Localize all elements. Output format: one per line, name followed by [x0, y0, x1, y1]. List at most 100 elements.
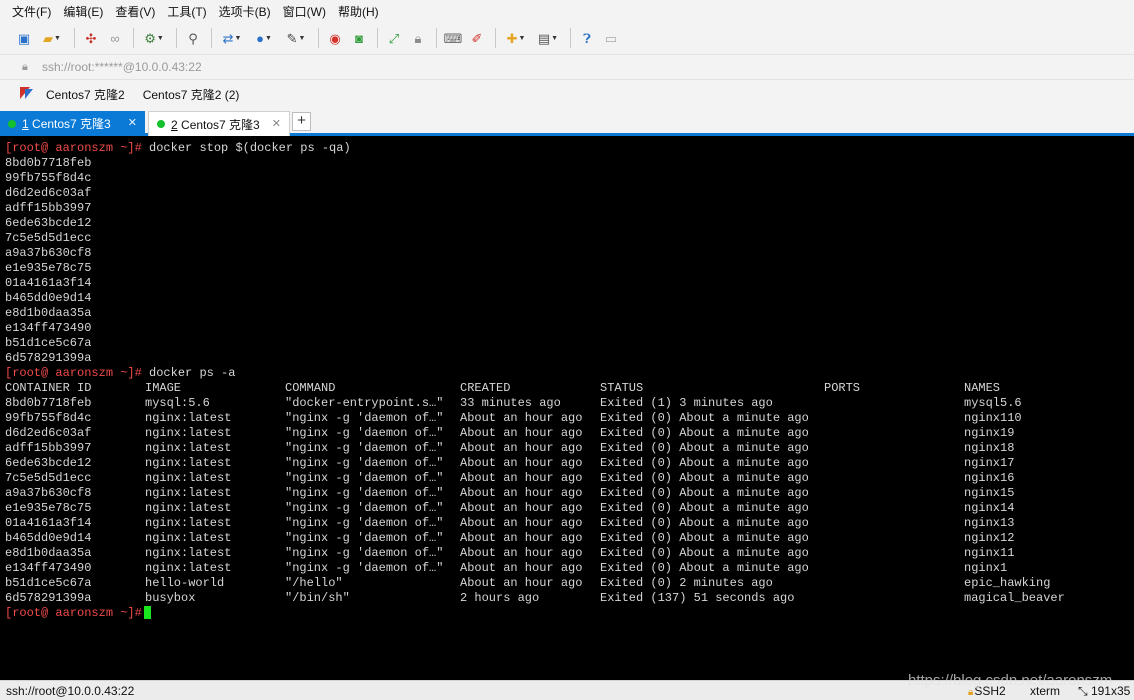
cell-image: mysql:5.6 — [145, 396, 210, 410]
tab-label: 1 Centos7 克隆3 — [22, 117, 111, 131]
menu-file[interactable]: 文件(F) — [12, 3, 51, 20]
toolbar-separator — [74, 28, 75, 48]
help-icon[interactable]: ❓︎ — [577, 28, 597, 48]
cell-status: Exited (1) 3 minutes ago — [600, 396, 773, 410]
header-command: COMMAND — [285, 381, 336, 395]
tab-session-2[interactable]: 2 Centos7 克隆3 ✕ — [148, 111, 290, 136]
transfer-icon[interactable]: ⇄ ▼ — [218, 28, 246, 48]
toolbar-separator — [133, 28, 134, 48]
open-folder-icon[interactable]: ▰ ▼ — [38, 28, 66, 48]
cell-container-id: 01a4161a3f14 — [5, 516, 92, 530]
address-text: ssh://root:******@10.0.0.43:22 — [42, 60, 202, 74]
lock-icon[interactable]: 🔒︎ — [408, 28, 428, 48]
toolbar: ▣ ▰ ▼ ✣ ∞ ⚙ ▼ ⚲ ⇄ ▼ ● ▼ ✎ ▼ ◉ ◙ ⤢ 🔒︎ ⌨ ✐ ✚ ▼ ▤… — [0, 22, 1134, 54]
menu-help[interactable]: 帮助(H) — [338, 3, 379, 20]
cell-image: nginx:latest — [145, 441, 232, 455]
table-row: 99fb755f8d4c nginx:latest "nginx -g 'daemo… — [5, 411, 1134, 426]
terminal-line: [root@ aaronszm ~]# docker stop $(docker… — [5, 141, 1134, 156]
cell-image: nginx:latest — [145, 501, 232, 515]
tab-session-1[interactable]: 1 Centos7 克隆3 ✕ — [0, 111, 145, 136]
cell-created: About an hour ago — [460, 531, 583, 545]
cell-names: nginx17 — [964, 456, 1015, 470]
search-icon[interactable]: ⚲ — [183, 28, 203, 48]
cell-status: Exited (0) About a minute ago — [600, 561, 809, 575]
cell-status: Exited (0) About a minute ago — [600, 426, 809, 440]
cell-status: Exited (0) About a minute ago — [600, 501, 809, 515]
link-centos7-clone2[interactable]: Centos7 克隆2 — [46, 86, 125, 103]
keyboard-icon[interactable]: ⌨ — [443, 28, 463, 48]
pen-icon[interactable]: ✎ ▼ — [282, 28, 310, 48]
stopped-container-id: 99fb755f8d4c — [5, 171, 92, 185]
menu-edit[interactable]: 编辑(E) — [63, 3, 103, 20]
cell-image: nginx:latest — [145, 546, 232, 560]
cell-created: About an hour ago — [460, 546, 583, 560]
cell-command: "nginx -g 'daemon of…" — [285, 471, 444, 485]
cell-container-id: 6d578291399a — [5, 591, 92, 605]
cell-created: About an hour ago — [460, 456, 583, 470]
layout-icon[interactable]: ▤ ▼ — [534, 28, 562, 48]
command-text: docker stop $(docker ps -qa) — [141, 141, 351, 155]
menu-bar: 文件(F) 编辑(E) 查看(V) 工具(T) 选项卡(B) 窗口(W) 帮助(… — [0, 0, 1134, 22]
close-icon[interactable]: ✕ — [272, 117, 281, 130]
toolbar-separator — [570, 28, 571, 48]
table-row: e134ff473490 nginx:latest "nginx -g 'daemo… — [5, 561, 1134, 576]
cell-image: nginx:latest — [145, 411, 232, 425]
globe-icon[interactable]: ● ▼ — [250, 28, 278, 48]
table-row: 8bd0b7718feb mysql:5.6 "docker-entrypoint.… — [5, 396, 1134, 411]
toolbar-separator — [436, 28, 437, 48]
stopped-container-id: e1e935e78c75 — [5, 261, 92, 275]
cell-command: "nginx -g 'daemon of…" — [285, 561, 444, 575]
stopped-container-id: 8bd0b7718feb — [5, 156, 92, 170]
shell-prompt: [root@ aaronszm ~]# — [5, 366, 142, 380]
cell-created: About an hour ago — [460, 471, 583, 485]
cell-status: Exited (0) About a minute ago — [600, 411, 809, 425]
table-row: b51d1ce5c67a hello-world "/hello" About an … — [5, 576, 1134, 591]
terminal[interactable]: [root@ aaronszm ~]# docker stop $(docker… — [0, 139, 1134, 680]
stopped-container-id: 6d578291399a — [5, 351, 92, 365]
cell-status: Exited (0) About a minute ago — [600, 546, 809, 560]
stopped-container-id: 01a4161a3f14 — [5, 276, 92, 290]
cell-status: Exited (0) About a minute ago — [600, 471, 809, 485]
xshell-icon[interactable]: ◙ — [349, 28, 369, 48]
new-tab-button[interactable]: + — [292, 112, 311, 131]
fullscreen-icon[interactable]: ⤢ — [384, 28, 404, 48]
menu-window[interactable]: 窗口(W) — [283, 3, 326, 20]
menu-tabs[interactable]: 选项卡(B) — [219, 3, 271, 20]
stopped-container-id: b51d1ce5c67a — [5, 336, 92, 350]
header-names: NAMES — [964, 381, 1001, 395]
reconnect-icon[interactable]: ∞ — [105, 28, 125, 48]
cell-image: nginx:latest — [145, 531, 232, 545]
new-session-icon[interactable]: ▣ — [14, 28, 34, 48]
cell-image: nginx:latest — [145, 516, 232, 530]
highlight-icon[interactable]: ✐ — [467, 28, 487, 48]
add-icon[interactable]: ✚ ▼ — [502, 28, 530, 48]
cell-created: About an hour ago — [460, 441, 583, 455]
table-row: a9a37b630cf8 nginx:latest "nginx -g 'daemo… — [5, 486, 1134, 501]
link-centos7-clone2-2[interactable]: Centos7 克隆2 (2) — [143, 86, 240, 103]
table-row: e1e935e78c75 nginx:latest "nginx -g 'daemo… — [5, 501, 1134, 516]
links-flag-icon — [20, 87, 34, 101]
disconnect-icon[interactable]: ✣ — [81, 28, 101, 48]
cell-names: nginx18 — [964, 441, 1015, 455]
menu-view[interactable]: 查看(V) — [115, 3, 155, 20]
table-row: 7c5e5d5d1ecc nginx:latest "nginx -g 'daemo… — [5, 471, 1134, 486]
stopped-container-id: e134ff473490 — [5, 321, 92, 335]
connected-dot-icon — [8, 119, 16, 128]
cell-names: nginx14 — [964, 501, 1015, 515]
menu-tools[interactable]: 工具(T) — [167, 3, 206, 20]
header-container-id: CONTAINER ID — [5, 381, 92, 395]
table-row: 6ede63bcde12 nginx:latest "nginx -g 'daemo… — [5, 456, 1134, 471]
shell-prompt: [root@ aaronszm ~]# — [5, 141, 142, 155]
xftp-icon[interactable]: ◉ — [325, 28, 345, 48]
ps-header-row: CONTAINER ID IMAGE COMMAND CREATED STATU… — [5, 381, 1134, 396]
cell-command: "nginx -g 'daemon of…" — [285, 426, 444, 440]
cell-container-id: d6d2ed6c03af — [5, 426, 92, 440]
cell-container-id: 6ede63bcde12 — [5, 456, 92, 470]
address-bar[interactable]: 🔒︎ ssh://root:******@10.0.0.43:22 — [0, 54, 1134, 80]
chat-icon[interactable]: ▭ — [601, 28, 621, 48]
close-icon[interactable]: ✕ — [128, 116, 137, 129]
properties-icon[interactable]: ⚙ ▼ — [140, 28, 168, 48]
cell-created: About an hour ago — [460, 576, 583, 590]
header-created: CREATED — [460, 381, 511, 395]
toolbar-separator — [495, 28, 496, 48]
